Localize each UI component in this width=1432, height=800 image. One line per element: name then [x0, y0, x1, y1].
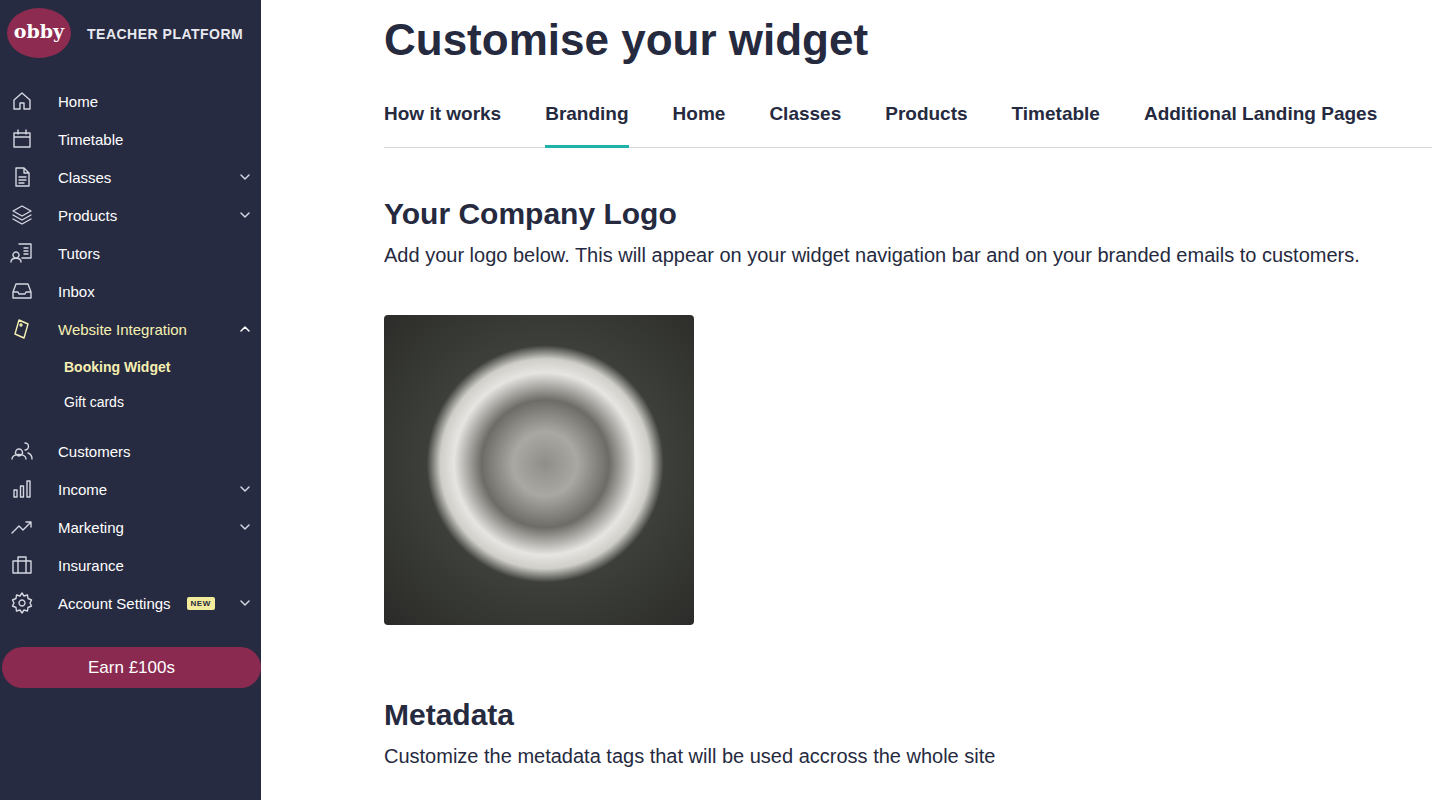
users-icon: [10, 439, 34, 463]
sidebar-item-label: Income: [58, 481, 107, 498]
tag-icon: [10, 317, 34, 341]
tab[interactable]: Classes: [769, 103, 841, 148]
calendar-icon: [10, 127, 34, 151]
platform-title: TEACHER PLATFORM: [87, 26, 243, 42]
sidebar-item[interactable]: Customers: [0, 432, 261, 470]
home-icon: [10, 89, 34, 113]
settings-section: Metadata Customize the metadata tags that…: [384, 697, 1432, 769]
layers-icon: [10, 203, 34, 227]
inbox-icon: [10, 279, 34, 303]
chevron-up-icon: [239, 323, 251, 335]
sidebar: obby TEACHER PLATFORM Home Timetable Classes…: [0, 0, 261, 800]
sidebar-item[interactable]: Income: [0, 470, 261, 508]
sidebar-item-label: Home: [58, 93, 98, 110]
section-heading: Your Company Logo: [384, 196, 1432, 232]
logo-image[interactable]: [384, 315, 694, 625]
obby-logo[interactable]: obby: [7, 8, 71, 58]
sidebar-item-label: Inbox: [58, 283, 95, 300]
chevron-down-icon: [239, 209, 251, 221]
document-icon: [10, 165, 34, 189]
sidebar-item-label: Products: [58, 207, 117, 224]
sidebar-item[interactable]: Tutors: [0, 234, 261, 272]
settings-section: Your Company Logo Add your logo below. Th…: [384, 196, 1432, 625]
sidebar-item-label: Insurance: [58, 557, 124, 574]
sidebar-item[interactable]: Insurance: [0, 546, 261, 584]
sidebar-item[interactable]: Account Settings NEW: [0, 584, 261, 622]
tab[interactable]: Additional Landing Pages: [1144, 103, 1377, 148]
sidebar-item[interactable]: Website Integration: [0, 310, 261, 348]
chevron-down-icon: [239, 483, 251, 495]
sidebar-subitem[interactable]: Gift cards: [0, 384, 261, 419]
tab-bar: How it works Branding Home Classes Products T…: [384, 103, 1432, 148]
sidebar-item-label: Account Settings: [58, 595, 171, 612]
sidebar-item-label: Marketing: [58, 519, 124, 536]
sidebar-item[interactable]: Home: [0, 82, 261, 120]
earn-button[interactable]: Earn £100s: [2, 647, 261, 688]
teacher-platform: obby TEACHER PLATFORM Home Timetable Classes…: [0, 0, 1432, 800]
section-description: Add your logo below. This will appear on…: [384, 242, 1432, 268]
sidebar-item-label: Website Integration: [58, 321, 187, 338]
chevron-down-icon: [239, 521, 251, 533]
sidebar-item[interactable]: Marketing: [0, 508, 261, 546]
sidebar-item-label: Classes: [58, 169, 111, 186]
sidebar-item-label: Timetable: [58, 131, 123, 148]
tab[interactable]: How it works: [384, 103, 501, 148]
trend-icon: [10, 515, 34, 539]
sidebar-item[interactable]: Classes: [0, 158, 261, 196]
section-description: Customize the metadata tags that will be…: [384, 743, 1432, 769]
tab[interactable]: Home: [673, 103, 726, 148]
section-heading: Metadata: [384, 697, 1432, 733]
sidebar-item[interactable]: Inbox: [0, 272, 261, 310]
brand[interactable]: obby TEACHER PLATFORM: [0, 0, 261, 82]
briefcase-icon: [10, 553, 34, 577]
gear-icon: [10, 591, 34, 615]
new-badge: NEW: [187, 597, 215, 610]
tab[interactable]: Timetable: [1012, 103, 1100, 148]
tutor-icon: [10, 241, 34, 265]
sidebar-nav: Home Timetable Classes Products Tutors Inbox W…: [0, 82, 261, 622]
sidebar-subitem[interactable]: Booking Widget: [0, 349, 261, 384]
chevron-down-icon: [239, 171, 251, 183]
sidebar-item[interactable]: Timetable: [0, 120, 261, 158]
chevron-down-icon: [239, 597, 251, 609]
sidebar-submenu: Booking WidgetGift cards: [0, 348, 261, 432]
sidebar-item-label: Customers: [58, 443, 131, 460]
tab[interactable]: Branding: [545, 103, 628, 148]
tab[interactable]: Products: [885, 103, 967, 148]
main-content: Customise your widget How it works Brandin…: [261, 0, 1432, 800]
sidebar-item[interactable]: Products: [0, 196, 261, 234]
page-title: Customise your widget: [384, 14, 1432, 66]
sidebar-item-label: Tutors: [58, 245, 100, 262]
bar-chart-icon: [10, 477, 34, 501]
